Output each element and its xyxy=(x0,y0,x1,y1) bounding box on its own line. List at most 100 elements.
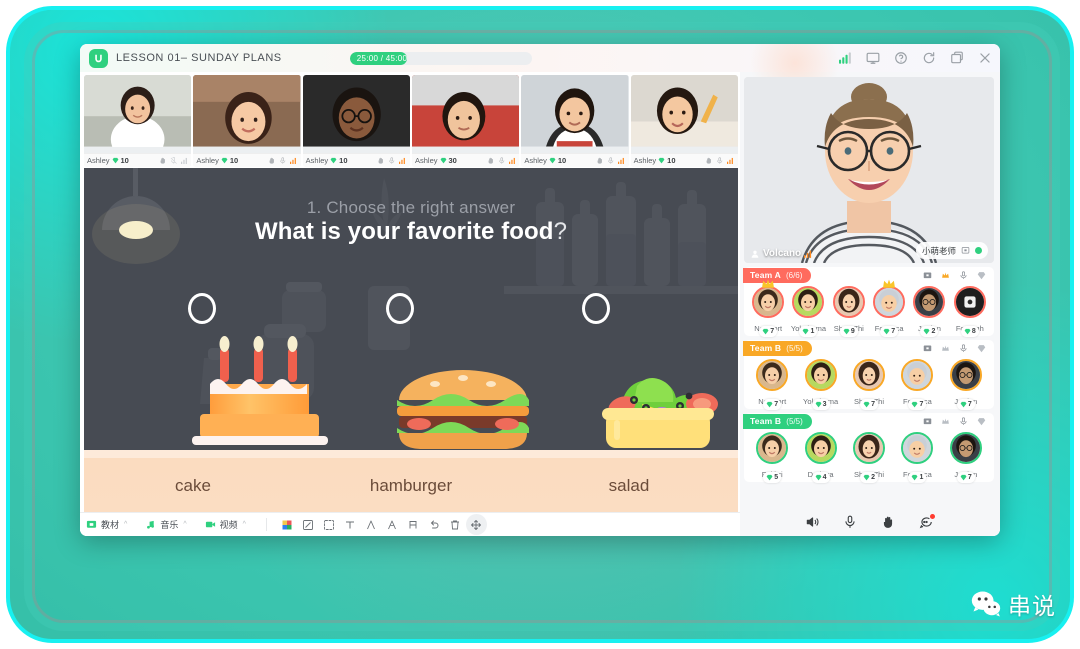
member-item[interactable]: 7 Jordan xyxy=(942,432,990,483)
highlighter-tool-icon[interactable] xyxy=(382,514,403,535)
answer-option-hamburger[interactable]: hamburger xyxy=(302,476,520,496)
delete-icon[interactable] xyxy=(445,514,466,535)
monitor-icon[interactable] xyxy=(866,51,880,65)
member-item[interactable]: 7 Shen Zhi xyxy=(845,359,893,410)
member-item[interactable]: 1 Yokohama xyxy=(788,286,828,337)
raise-hand-icon[interactable] xyxy=(881,515,895,529)
refresh-icon[interactable] xyxy=(922,51,936,65)
member-item[interactable]: 4 Dedova xyxy=(796,432,844,483)
mic-icon[interactable] xyxy=(959,270,968,280)
member-item[interactable]: 2 Shen Zhi xyxy=(845,432,893,483)
text-tool-icon[interactable] xyxy=(340,514,361,535)
member-item[interactable]: 7 Newport xyxy=(748,359,796,410)
student-tile[interactable]: Ashley 10 xyxy=(630,75,738,167)
avatar[interactable] xyxy=(949,359,982,391)
avatar[interactable] xyxy=(792,286,825,318)
microphone-icon[interactable] xyxy=(843,515,857,529)
screen-share-icon[interactable] xyxy=(923,417,932,426)
member-item[interactable]: 2 Jordan xyxy=(909,286,949,337)
video-menu[interactable]: 视频 ^ xyxy=(205,518,246,531)
option-radio-hamburger[interactable] xyxy=(386,293,414,324)
screen-share-icon[interactable] xyxy=(923,344,932,353)
student-tile[interactable]: Ashley 10 xyxy=(521,75,629,167)
student-tile[interactable]: Ashley 10 xyxy=(84,75,192,167)
answer-option-cake[interactable]: cake xyxy=(84,476,302,496)
help-icon[interactable] xyxy=(894,51,908,65)
avatar[interactable] xyxy=(853,432,886,464)
mic-muted-icon[interactable] xyxy=(170,156,178,165)
avatar[interactable] xyxy=(804,359,837,391)
stroke-width-icon[interactable] xyxy=(298,514,319,535)
student-tile[interactable]: Ashley 10 xyxy=(302,75,410,167)
teacher-badge[interactable]: 小萌老师 xyxy=(915,242,988,259)
avatar[interactable] xyxy=(913,286,946,318)
crown-icon[interactable] xyxy=(941,344,950,353)
notification-badge xyxy=(930,514,935,519)
avatar[interactable] xyxy=(756,359,789,391)
member-item[interactable]: 7 Jordan xyxy=(942,359,990,410)
mic-icon[interactable] xyxy=(498,157,506,165)
gem-icon xyxy=(766,401,773,408)
student-tile[interactable]: Ashley 30 xyxy=(411,75,520,167)
student-tile[interactable]: Ashley 10 xyxy=(193,75,301,167)
gem-icon[interactable] xyxy=(977,344,986,353)
avatar[interactable] xyxy=(804,432,837,464)
pen-tool-icon[interactable] xyxy=(361,514,382,535)
speaker-icon[interactable] xyxy=(805,515,819,529)
teacher-video[interactable]: Volcano 小萌老师 xyxy=(744,77,994,263)
member-item[interactable]: 7 Newport xyxy=(748,279,788,337)
member-item[interactable]: 3 Yokohama xyxy=(796,359,844,410)
signal-icon[interactable] xyxy=(839,52,852,64)
chevron-up-icon: ^ xyxy=(183,521,187,528)
screen-share-icon[interactable] xyxy=(923,271,932,280)
option-radio-salad[interactable] xyxy=(582,293,610,324)
select-area-icon[interactable] xyxy=(319,514,340,535)
gem-icon[interactable] xyxy=(977,271,986,280)
member-item[interactable]: 7 Fonseca xyxy=(869,279,909,337)
mic-icon[interactable] xyxy=(959,416,968,426)
avatar[interactable] xyxy=(953,286,986,318)
member-item[interactable]: 9 Shen Zhi xyxy=(829,286,869,337)
member-item[interactable]: 7 Fonseca xyxy=(893,359,941,410)
window-icon[interactable] xyxy=(950,51,964,65)
undo-icon[interactable] xyxy=(424,514,445,535)
answer-option-salad[interactable]: salad xyxy=(520,476,738,496)
screen-share-icon[interactable] xyxy=(961,246,970,255)
hand-icon[interactable] xyxy=(268,157,276,165)
hand-icon[interactable] xyxy=(487,157,495,165)
close-icon[interactable] xyxy=(978,51,992,65)
chat-icon[interactable] xyxy=(919,514,935,529)
member-item[interactable]: 8 Foroogh xyxy=(950,286,990,337)
avatar[interactable] xyxy=(901,432,934,464)
option-radio-cake[interactable] xyxy=(188,293,216,324)
hand-icon[interactable] xyxy=(596,157,604,165)
avatar[interactable] xyxy=(873,279,906,318)
avatar[interactable] xyxy=(949,432,982,464)
member-item[interactable]: 1 Fonseca xyxy=(893,432,941,483)
member-item[interactable]: 5 Fakhri xyxy=(748,432,796,483)
gem-icon xyxy=(766,474,773,481)
move-icon[interactable] xyxy=(465,514,487,535)
avatar[interactable] xyxy=(853,359,886,391)
crown-icon[interactable] xyxy=(941,417,950,426)
participants-column: Volcano 小萌老师 Team A (6/6) 7 1 9 Zhi 7 2 … xyxy=(740,72,1000,536)
music-menu[interactable]: 音乐 ^ xyxy=(145,518,187,531)
mic-icon[interactable] xyxy=(716,157,724,165)
mic-icon[interactable] xyxy=(279,157,287,165)
mic-icon[interactable] xyxy=(607,157,615,165)
materials-menu[interactable]: 教材 ^ xyxy=(86,518,127,531)
member-score-value: 7 xyxy=(919,401,924,408)
hand-icon[interactable] xyxy=(377,157,385,165)
avatar[interactable] xyxy=(756,432,789,464)
eraser-tool-icon[interactable] xyxy=(403,514,424,535)
avatar[interactable] xyxy=(752,279,785,318)
avatar[interactable] xyxy=(832,286,865,318)
avatar[interactable] xyxy=(901,359,934,391)
gem-icon[interactable] xyxy=(977,417,986,426)
color-picker-icon[interactable] xyxy=(277,514,298,535)
hand-icon[interactable] xyxy=(705,157,713,165)
mic-icon[interactable] xyxy=(959,343,968,353)
hand-icon[interactable] xyxy=(159,157,167,165)
crown-icon[interactable] xyxy=(941,271,950,280)
mic-icon[interactable] xyxy=(388,157,396,165)
